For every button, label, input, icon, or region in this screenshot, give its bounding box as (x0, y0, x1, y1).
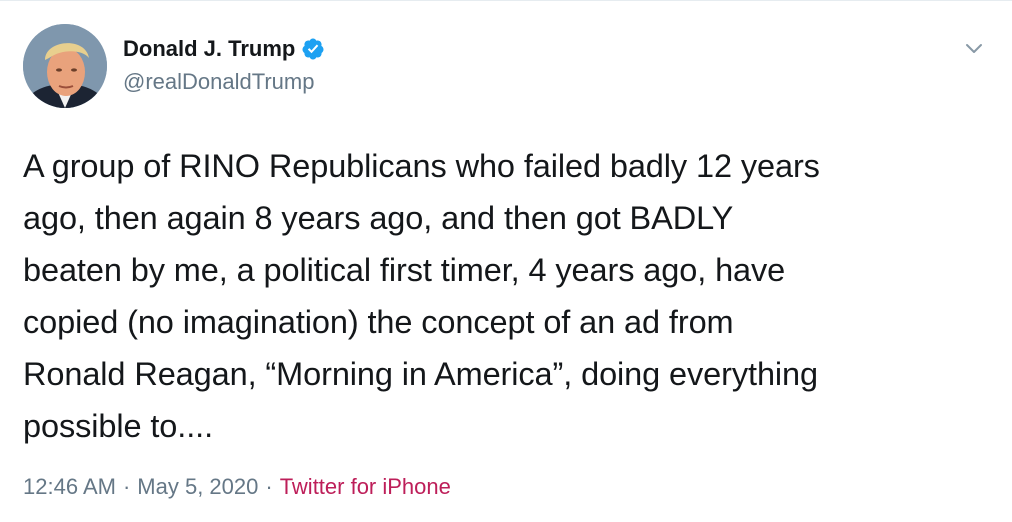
meta-separator: · (122, 474, 131, 499)
author-handle[interactable]: @realDonaldTrump (123, 69, 314, 95)
tweet-text: A group of RINO Republicans who failed b… (23, 148, 820, 444)
verified-badge-icon (301, 37, 325, 61)
author-name-row[interactable]: Donald J. Trump (123, 34, 325, 64)
avatar[interactable] (23, 24, 107, 108)
tweet-source-link[interactable]: Twitter for iPhone (280, 474, 451, 499)
tweet-time[interactable]: 12:46 AM (23, 474, 116, 499)
meta-separator: · (265, 474, 273, 499)
chevron-down-icon[interactable] (962, 36, 986, 60)
top-divider (0, 0, 1012, 1)
tweet-date[interactable]: May 5, 2020 (137, 474, 258, 499)
author-display-name[interactable]: Donald J. Trump (123, 36, 295, 62)
avatar-image (23, 24, 107, 108)
tweet-meta: 12:46 AM · May 5, 2020 · Twitter for iPhone (23, 474, 451, 500)
